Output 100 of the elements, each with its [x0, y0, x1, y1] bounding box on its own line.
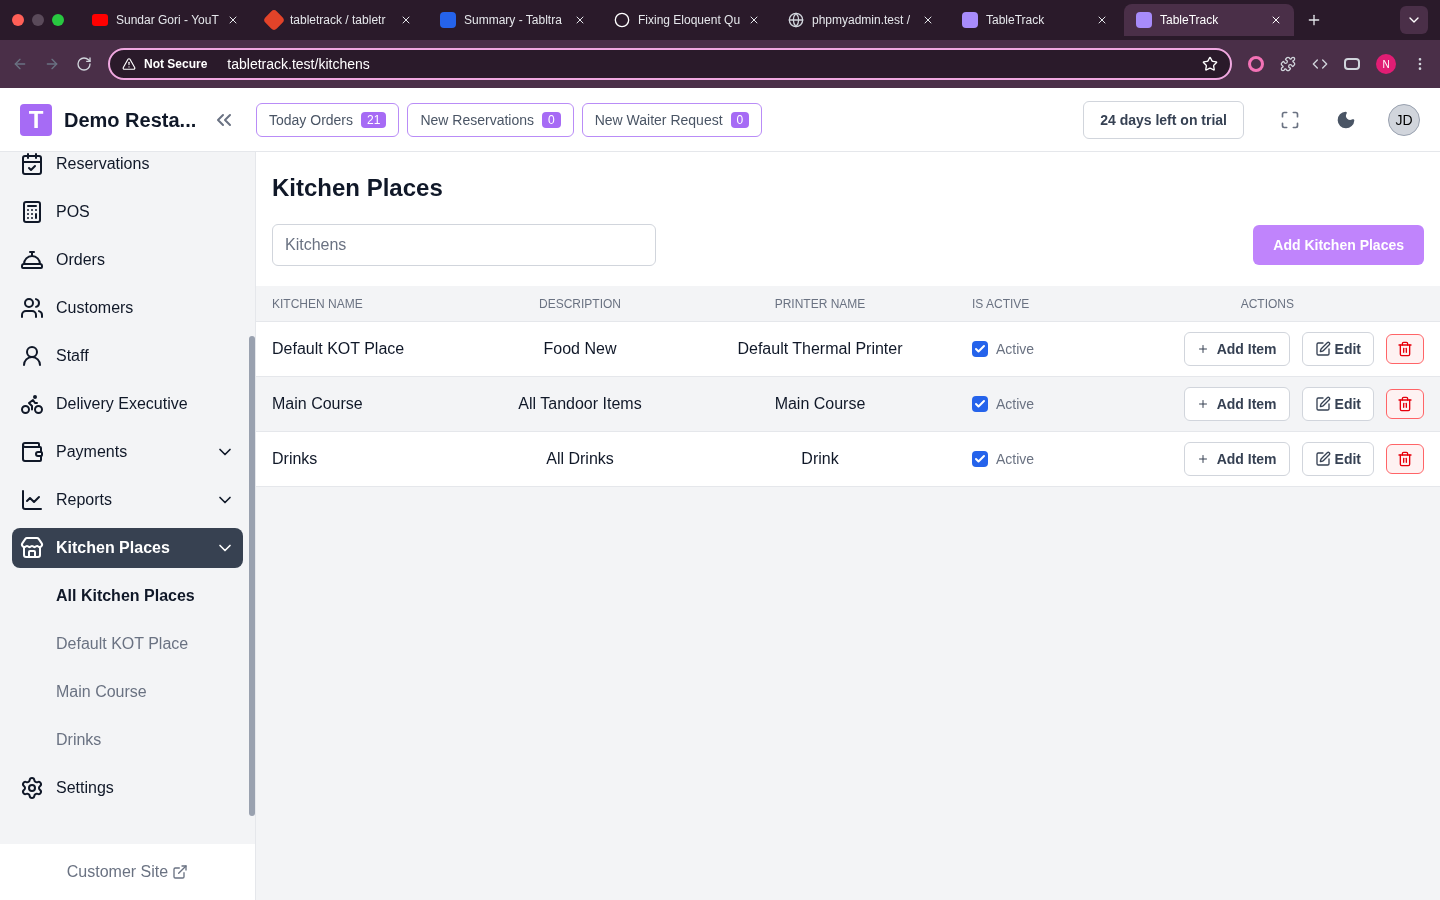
table-cell-text: Drink [800, 449, 840, 469]
menu-item-icon [20, 344, 44, 368]
edit-button[interactable]: Edit [1301, 442, 1374, 476]
tab-title: Summary - Tabltra [464, 12, 563, 28]
edit-button[interactable]: Edit [1301, 387, 1374, 421]
tab-title: phpmyadmin.test / [812, 12, 912, 28]
search-field[interactable]: Kitchens [272, 224, 656, 266]
submenu-item[interactable]: All Kitchen Places [12, 576, 243, 616]
table-cell-text: Food New [542, 339, 618, 359]
menu-item-icon [20, 200, 44, 224]
tab-menu-button[interactable] [1400, 6, 1428, 34]
plus-icon [1196, 398, 1209, 410]
restaurant-name: Demo Resta... [64, 107, 198, 133]
user-avatar[interactable]: JD [1388, 103, 1420, 136]
browser-tab[interactable]: Summary - Tabltra [428, 4, 598, 36]
close-icon[interactable] [1096, 14, 1108, 26]
trash-icon [1397, 341, 1413, 357]
counter-button[interactable]: Today Orders 21 [256, 102, 400, 137]
bookmark-icon[interactable] [1202, 56, 1218, 72]
sidebar-item[interactable]: Delivery Executive [12, 384, 243, 424]
delete-button[interactable] [1386, 444, 1424, 474]
code-icon[interactable] [1312, 56, 1328, 72]
tab-title: Fixing Eloquent Qu [638, 12, 741, 28]
sidebar-item[interactable]: POS [12, 192, 243, 232]
submenu-item[interactable]: Drinks [12, 720, 243, 760]
reload-icon[interactable] [76, 56, 92, 72]
new-tab-icon[interactable] [1306, 12, 1322, 28]
app-icon [440, 12, 456, 28]
sidebar-item[interactable]: Customers [12, 288, 243, 328]
moon-icon[interactable] [1336, 109, 1356, 130]
sidebar-item[interactable]: Kitchen Places [12, 528, 243, 568]
add-item-button[interactable]: Add Item [1183, 442, 1290, 476]
submenu-item[interactable]: Default KOT Place [12, 624, 243, 664]
sidebar-item[interactable]: Staff [12, 336, 243, 376]
column-header: PRINTER NAME [773, 295, 867, 312]
browser-tab[interactable]: TableTrack [950, 4, 1120, 36]
column-header: ACTIONS [1239, 295, 1295, 312]
trial-button[interactable]: 24 days left on trial [1083, 100, 1244, 139]
menu-item-icon [20, 536, 44, 560]
profile-avatar[interactable]: N [1376, 54, 1396, 74]
check-icon [974, 453, 986, 465]
table-cell-text: Main Course [272, 394, 364, 414]
add-item-button[interactable]: Add Item [1183, 332, 1290, 366]
extensions-icon[interactable] [1280, 56, 1296, 72]
page-title: Kitchen Places [272, 173, 444, 203]
edit-icon [1314, 341, 1331, 357]
close-window-icon[interactable] [12, 14, 24, 26]
globe-icon [788, 12, 804, 28]
counter-button[interactable]: New Waiter Request 0 [581, 102, 763, 137]
active-checkbox[interactable] [972, 396, 988, 412]
add-item-button[interactable]: Add Item [1183, 387, 1290, 421]
active-label: Active [996, 395, 1035, 414]
check-icon [974, 343, 986, 355]
logo: T [20, 103, 52, 136]
menu-item-icon [20, 776, 44, 800]
close-icon[interactable] [1270, 14, 1282, 26]
extension-icon[interactable] [1248, 56, 1264, 72]
active-label: Active [996, 340, 1035, 359]
security-label[interactable]: Not Secure [144, 56, 208, 72]
delete-button[interactable] [1386, 389, 1424, 419]
browser-tab[interactable]: tabletrack / tabletr [254, 4, 424, 36]
sidebar-item[interactable]: Settings [12, 768, 243, 808]
close-icon[interactable] [922, 14, 934, 26]
warning-icon [122, 57, 136, 71]
trash-icon [1397, 451, 1413, 467]
delete-button[interactable] [1386, 334, 1424, 364]
customer-site-link[interactable]: Customer Site [66, 860, 169, 884]
counter-button[interactable]: New Reservations 0 [407, 102, 574, 137]
sidebar-item[interactable]: Orders [12, 240, 243, 280]
tab-title: tabletrack / tabletr [290, 12, 387, 28]
active-label: Active [996, 450, 1035, 469]
column-header: DESCRIPTION [538, 295, 622, 312]
count-badge: 0 [542, 111, 561, 128]
close-icon[interactable] [574, 14, 586, 26]
plus-icon [1196, 453, 1209, 465]
sidebar-item[interactable]: Reports [12, 480, 243, 520]
address-bar[interactable]: Not Secure tabletrack.test/kitchens [108, 48, 1232, 80]
close-icon[interactable] [400, 14, 412, 26]
active-checkbox[interactable] [972, 451, 988, 467]
sidebar-item[interactable]: Reservations [12, 144, 243, 184]
count-badge: 0 [730, 111, 750, 128]
tab-title: TableTrack [986, 12, 1046, 28]
edit-icon [1314, 451, 1331, 467]
submenu-item[interactable]: Main Course [12, 672, 243, 712]
column-header: KITCHEN NAME [272, 295, 364, 312]
active-checkbox[interactable] [972, 341, 988, 357]
browser-tab[interactable]: Fixing Eloquent Qu [602, 4, 772, 36]
fullscreen-icon[interactable] [1280, 109, 1300, 130]
table-cell-text: All Drinks [545, 449, 615, 469]
menu-item-icon [20, 152, 44, 176]
table-cell-text: Main Course [773, 394, 867, 414]
edit-button[interactable]: Edit [1301, 332, 1374, 366]
browser-tab[interactable]: phpmyadmin.test / [776, 4, 946, 36]
plus-icon [1196, 343, 1209, 355]
external-link-icon [172, 864, 189, 880]
browser-tab[interactable]: Sundar Gori - YouT [80, 4, 250, 36]
tab-title: TableTrack [1160, 12, 1220, 28]
browser-tab[interactable]: TableTrack [1124, 4, 1294, 36]
sidebar-item[interactable]: Payments [12, 432, 243, 472]
zoom-icon[interactable] [52, 14, 64, 26]
